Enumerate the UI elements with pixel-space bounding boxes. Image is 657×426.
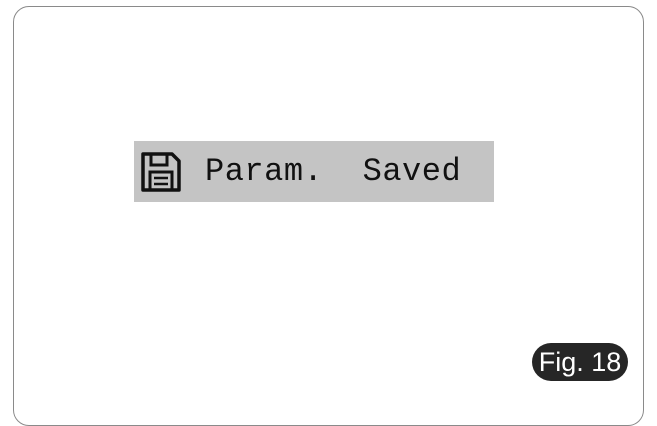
notification-message: Param. Saved (205, 153, 462, 190)
figure-label: Fig. 18 (532, 343, 628, 381)
save-icon (141, 151, 181, 192)
param-saved-notification: Param. Saved (134, 141, 494, 202)
